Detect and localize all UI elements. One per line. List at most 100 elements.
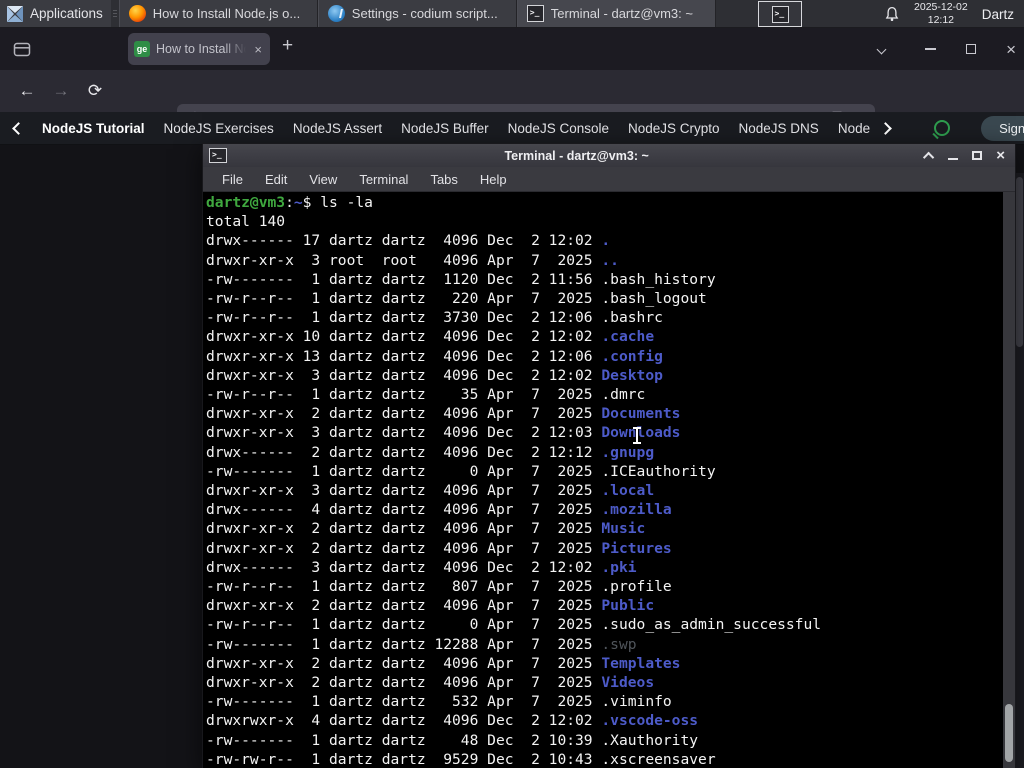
total-line: total 140 [206, 213, 286, 231]
subnav-item[interactable]: Node [838, 121, 870, 136]
list-tabs-chevron-icon[interactable] [876, 44, 887, 54]
terminal-menu-item[interactable]: File [211, 172, 254, 187]
mouse-cursor-ibeam [632, 427, 642, 444]
applications-menu-button[interactable]: Applications [0, 0, 111, 27]
listing-line: drwxr-xr-x 2 dartz dartz 4096 Apr 7 2025… [206, 674, 655, 692]
listing-line: -rw-r--r-- 1 dartz dartz 3730 Dec 2 12:0… [206, 309, 663, 327]
listing-line: -rw------- 1 dartz dartz 532 Apr 7 2025 … [206, 693, 672, 711]
subnav-item[interactable]: NodeJS Assert [293, 121, 382, 136]
listing-line: drwxr-xr-x 10 dartz dartz 4096 Dec 2 12:… [206, 328, 655, 346]
listing-line: drwxr-xr-x 2 dartz dartz 4096 Apr 7 2025… [206, 405, 681, 423]
geeksforgeeks-favicon: ge [134, 41, 150, 57]
new-tab-button[interactable]: + [282, 36, 293, 55]
terminal-window-controls: × [923, 148, 1009, 163]
page-scrollbar[interactable] [1015, 173, 1024, 768]
subnav-item[interactable]: NodeJS Buffer [401, 121, 489, 136]
taskbar-right: 2025-12-02 12:12 Dartz [884, 0, 1024, 28]
listing-line: drwx------ 2 dartz dartz 4096 Dec 2 12:1… [206, 443, 655, 461]
navigation-toolbar: ← → ⟳ https://www.geeksforgeeks.org/node… [0, 70, 1024, 134]
taskbar-window-label: Terminal - dartz@vm3: ~ [550, 6, 693, 21]
terminal-icon [526, 5, 544, 22]
minimize-icon[interactable] [925, 48, 937, 50]
taskbar-window-button[interactable]: Terminal - dartz@vm3: ~ [516, 0, 716, 27]
listing-line: -rw------- 1 dartz dartz 0 Apr 7 2025 .I… [206, 462, 716, 480]
firefox-icon [128, 5, 146, 22]
file-listing: drwx------ 17 dartz dartz 4096 Dec 2 12:… [206, 231, 1015, 768]
tabbar-right: × [876, 28, 1016, 70]
minimize-icon[interactable] [948, 157, 959, 160]
close-icon[interactable]: × [1006, 41, 1016, 58]
maximize-icon[interactable] [972, 151, 983, 160]
listing-line: drwxr-xr-x 13 dartz dartz 4096 Dec 2 12:… [206, 347, 663, 365]
nav-scroll-right-icon[interactable] [879, 121, 892, 135]
terminal-menubar: File Edit View Terminal Tabs Help [203, 167, 1015, 192]
prompt-cwd: ~ [293, 194, 303, 211]
panel-separator [111, 0, 119, 27]
subnav-item[interactable]: NodeJS DNS [739, 121, 819, 136]
listing-line: -rw-r--r-- 1 dartz dartz 807 Apr 7 2025 … [206, 578, 672, 596]
listing-line: -rw-r--r-- 1 dartz dartz 35 Apr 7 2025 .… [206, 386, 646, 404]
terminal-menu-item[interactable]: Help [469, 172, 518, 187]
listing-line: drwxr-xr-x 3 dartz dartz 4096 Dec 2 12:0… [206, 424, 681, 442]
clock-time: 12:12 [927, 14, 955, 26]
listing-line: drwxr-xr-x 3 dartz dartz 4096 Apr 7 2025… [206, 482, 655, 500]
user-menu[interactable]: Dartz [982, 7, 1014, 22]
subnav-item[interactable]: NodeJS Crypto [628, 121, 720, 136]
terminal-output[interactable]: dartz@vm3:~$ ls -la total 140 drwx------… [203, 192, 1015, 768]
terminal-menu-item[interactable]: Edit [254, 172, 298, 187]
page-scrollbar-thumb[interactable] [1016, 177, 1023, 347]
listing-line: drwxr-xr-x 2 dartz dartz 4096 Apr 7 2025… [206, 539, 672, 557]
listing-line: drwxr-xr-x 2 dartz dartz 4096 Apr 7 2025… [206, 520, 646, 538]
listing-line: drwxr-xr-x 3 root root 4096 Apr 7 2025 .… [206, 251, 619, 269]
typed-command: ls -la [320, 194, 373, 211]
tab-bar: ge How to Install Node.js on × + × [0, 28, 1024, 70]
terminal-menu-item[interactable]: Tabs [419, 172, 468, 187]
terminal-titlebar[interactable]: Terminal - dartz@vm3: ~ × [203, 144, 1015, 167]
terminal-window: Terminal - dartz@vm3: ~ × FileEditViewTe… [202, 143, 1016, 768]
terminal-icon [771, 5, 789, 23]
taskbar-window-button[interactable]: Settings - codium script... [317, 0, 517, 27]
tab-title: How to Install Node.js on [156, 42, 247, 56]
notification-bell-icon[interactable] [884, 6, 900, 22]
search-icon[interactable] [934, 120, 951, 136]
forward-button[interactable]: → [44, 81, 78, 101]
reload-button[interactable]: ⟳ [78, 81, 112, 101]
terminal-menu-item[interactable]: Terminal [348, 172, 419, 187]
prompt-user-host: dartz@vm3 [206, 194, 286, 211]
nav-scroll-left-icon[interactable] [12, 121, 25, 135]
terminal-scrollbar[interactable] [1003, 192, 1015, 768]
window-controls: × [925, 41, 1016, 58]
close-icon[interactable]: × [996, 148, 1005, 163]
browser-tab[interactable]: ge How to Install Node.js on × [128, 33, 270, 65]
listing-line: -rw-r--r-- 1 dartz dartz 220 Apr 7 2025 … [206, 290, 707, 308]
sign-in-button[interactable]: Sign In [981, 115, 1024, 141]
firefox-view-button[interactable] [6, 35, 38, 63]
applications-icon [7, 5, 23, 22]
site-subnav: NodeJS Tutorial NodeJS Exercises NodeJS As… [0, 112, 1024, 145]
subnav-item[interactable]: NodeJS Console [508, 121, 609, 136]
back-button[interactable]: ← [10, 81, 44, 101]
tab-close-icon[interactable]: × [252, 42, 264, 57]
desktop: Applications How to Install Node.js o...… [0, 0, 1024, 768]
terminal-scrollbar-thumb[interactable] [1005, 704, 1013, 762]
taskbar-window-list: How to Install Node.js o... Settings - co… [118, 0, 716, 27]
taskbar-window-button[interactable]: How to Install Node.js o... [118, 0, 318, 27]
taskbar-window-label: How to Install Node.js o... [152, 6, 301, 21]
terminal-menu-item[interactable]: View [298, 172, 348, 187]
maximize-icon[interactable] [966, 44, 977, 54]
terminal-icon [209, 148, 227, 163]
listing-line: drwx------ 4 dartz dartz 4096 Apr 7 2025… [206, 501, 672, 519]
listing-line: -rw-r--r-- 1 dartz dartz 0 Apr 7 2025 .s… [206, 616, 822, 634]
listing-line: -rw------- 1 dartz dartz 48 Dec 2 10:39 … [206, 731, 699, 749]
subnav-item[interactable]: NodeJS Exercises [164, 121, 274, 136]
listing-line: drwx------ 17 dartz dartz 4096 Dec 2 12:… [206, 232, 611, 250]
clock[interactable]: 2025-12-02 12:12 [914, 1, 968, 27]
tray-focused-app-button[interactable] [758, 1, 802, 27]
vscodium-icon [327, 5, 345, 22]
taskbar: Applications How to Install Node.js o...… [0, 0, 1024, 28]
applications-label: Applications [30, 6, 103, 21]
terminal-title: Terminal - dartz@vm3: ~ [504, 148, 649, 163]
listing-line: drwxr-xr-x 3 dartz dartz 4096 Dec 2 12:0… [206, 366, 663, 384]
subnav-item[interactable]: NodeJS Tutorial [42, 121, 145, 136]
listing-line: -rw------- 1 dartz dartz 12288 Apr 7 202… [206, 635, 637, 653]
